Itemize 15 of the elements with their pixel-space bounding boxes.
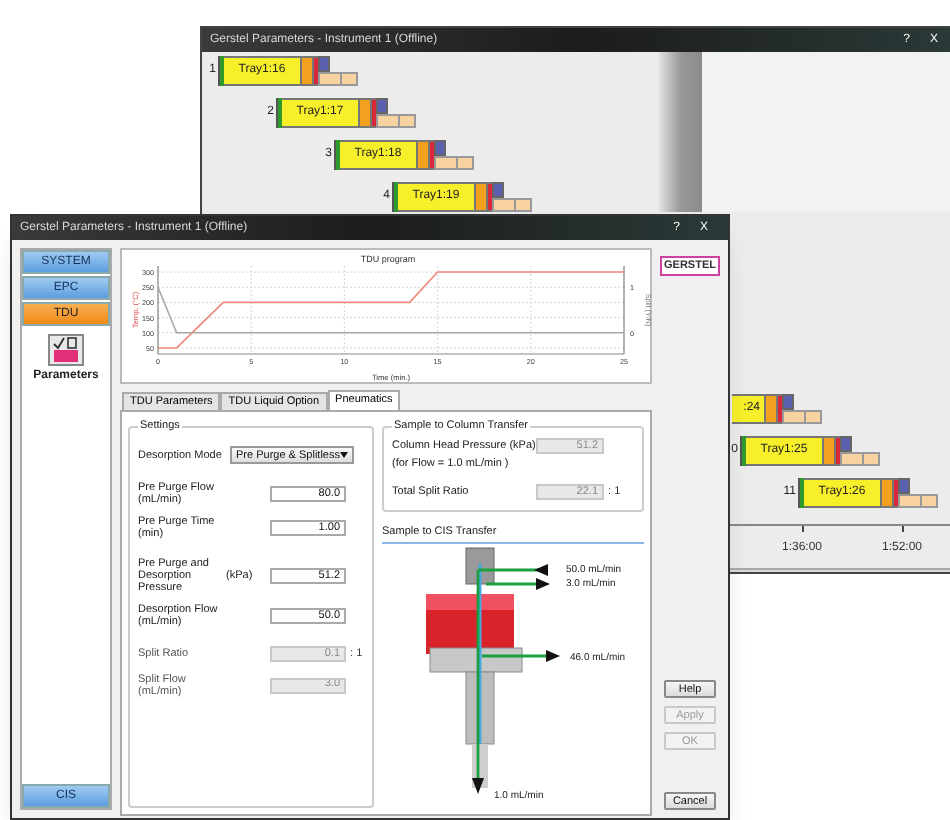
phase-segment[interactable]	[334, 140, 340, 171]
phase-segment[interactable]	[740, 435, 746, 466]
phase-segment[interactable]	[782, 393, 794, 410]
phase-segment[interactable]	[276, 98, 282, 129]
phase-segment[interactable]	[474, 182, 488, 213]
phase-segment[interactable]	[764, 393, 778, 424]
phase-segment[interactable]	[782, 409, 806, 424]
phase-segment[interactable]	[840, 435, 852, 452]
phase-segment[interactable]	[416, 140, 430, 171]
phase-segment[interactable]	[392, 182, 398, 213]
phase-segment[interactable]	[840, 451, 864, 466]
parameters-icon[interactable]	[48, 334, 84, 366]
dropdown-caret-icon	[340, 452, 349, 459]
phase-segment[interactable]	[822, 435, 836, 466]
phase-segment[interactable]	[358, 98, 372, 129]
